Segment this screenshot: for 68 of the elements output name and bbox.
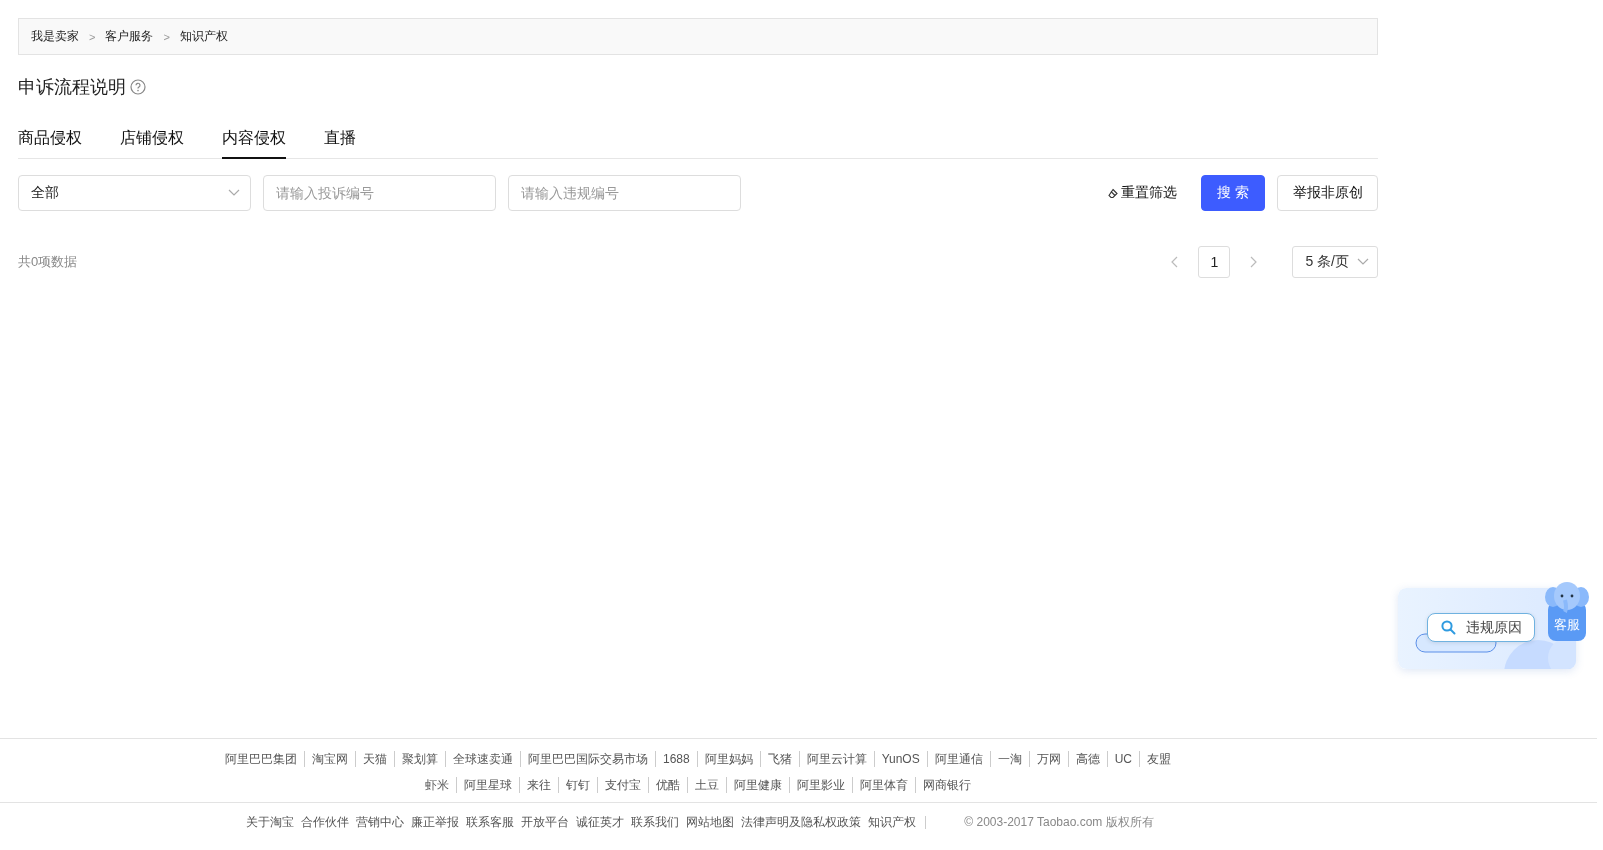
breadcrumb-separator: > <box>89 30 96 43</box>
report-button[interactable]: 举报非原创 <box>1277 175 1378 211</box>
breadcrumb-link[interactable]: 我是卖家 <box>31 28 79 45</box>
footer-link[interactable]: 高德 <box>1067 751 1107 767</box>
footer-link[interactable]: 一淘 <box>989 751 1029 767</box>
footer-link[interactable]: 阿里妈妈 <box>696 751 760 767</box>
chevron-right-icon <box>1250 256 1259 268</box>
total-count: 共0项数据 <box>18 253 78 271</box>
footer-link[interactable]: 飞猪 <box>759 751 799 767</box>
footer-link[interactable]: 钉钉 <box>558 777 597 793</box>
footer-link[interactable]: 网站地图 <box>685 814 734 831</box>
copyright-text: © 2003-2017 Taobao.com 版权所有 <box>964 814 1154 831</box>
reset-filter-button[interactable]: 重置筛选 <box>1108 184 1177 202</box>
chevron-down-icon <box>228 189 240 197</box>
footer-link[interactable]: 支付宝 <box>597 777 648 793</box>
footer-link[interactable]: 阿里巴巴国际交易市场 <box>519 751 655 767</box>
search-icon <box>1441 620 1456 635</box>
tab[interactable]: 店铺侵权 <box>120 128 184 159</box>
footer-link[interactable]: 知识产权 <box>867 814 916 831</box>
footer-link[interactable]: 土豆 <box>687 777 726 793</box>
footer-link[interactable]: 来往 <box>519 777 558 793</box>
footer-link[interactable]: 关于淘宝 <box>245 814 294 831</box>
footer-link[interactable]: 合作伙伴 <box>300 814 349 831</box>
page-size-select[interactable]: 5 条/页 <box>1292 246 1378 278</box>
footer-link[interactable]: 阿里影业 <box>789 777 852 793</box>
footer-link[interactable]: 阿里星球 <box>456 777 519 793</box>
tab[interactable]: 内容侵权 <box>222 128 286 159</box>
mascot-icon[interactable] <box>1545 580 1589 641</box>
input-field[interactable]: 请输入投诉编号 <box>263 175 496 211</box>
footer-link[interactable]: 阿里健康 <box>726 777 789 793</box>
footer-link[interactable]: UC <box>1106 751 1140 767</box>
breadcrumb-link[interactable]: 客户服务 <box>105 28 154 45</box>
chevron-left-icon <box>1170 256 1179 268</box>
page-title: 申诉流程说明 <box>18 76 126 99</box>
input-field[interactable]: 请输入违规编号 <box>508 175 741 211</box>
page-number-button[interactable]: 1 <box>1198 246 1231 278</box>
footer-link[interactable]: 1688 <box>654 751 697 767</box>
footer-link[interactable]: 阿里体育 <box>852 777 915 793</box>
footer-link[interactable]: YunOS <box>873 751 927 767</box>
breadcrumb-link[interactable]: 知识产权 <box>179 28 228 45</box>
footer-link[interactable]: 营销中心 <box>355 814 404 831</box>
footer-link[interactable]: 优酷 <box>648 777 687 793</box>
tab[interactable]: 直播 <box>324 128 356 159</box>
footer-link[interactable]: 阿里通信 <box>926 751 990 767</box>
help-icon[interactable] <box>130 79 146 95</box>
footer-link[interactable]: 联系客服 <box>465 814 514 831</box>
footer-link[interactable]: 阿里云计算 <box>798 751 874 767</box>
footer-link[interactable]: 廉正举报 <box>410 814 459 831</box>
status-select[interactable]: 全部 <box>18 175 251 211</box>
footer-link[interactable]: 开放平台 <box>520 814 569 831</box>
eraser-icon <box>1108 187 1119 199</box>
footer-link[interactable]: 万网 <box>1028 751 1068 767</box>
search-button[interactable]: 搜 索 <box>1201 175 1265 211</box>
footer-link[interactable]: 法律声明及隐私权政策 <box>740 814 861 831</box>
footer-link[interactable]: 阿里巴巴集团 <box>217 751 304 767</box>
footer-link[interactable]: 联系我们 <box>630 814 679 831</box>
footer-link[interactable]: 友盟 <box>1139 751 1179 767</box>
footer-link[interactable]: 虾米 <box>418 777 456 793</box>
footer-link[interactable]: 天猫 <box>354 751 394 767</box>
footer-link[interactable]: 网商银行 <box>915 777 978 793</box>
footer-link[interactable]: 诚征英才 <box>575 814 624 831</box>
chevron-down-icon <box>1357 258 1369 266</box>
tab[interactable]: 商品侵权 <box>18 128 82 159</box>
footer-link[interactable]: 聚划算 <box>393 751 445 767</box>
footer-link[interactable]: 全球速卖通 <box>444 751 520 767</box>
breadcrumb-separator: > <box>163 30 170 43</box>
search-suggestion-button[interactable]: 违规原因 <box>1427 613 1535 642</box>
footer-link[interactable]: 淘宝网 <box>303 751 355 767</box>
